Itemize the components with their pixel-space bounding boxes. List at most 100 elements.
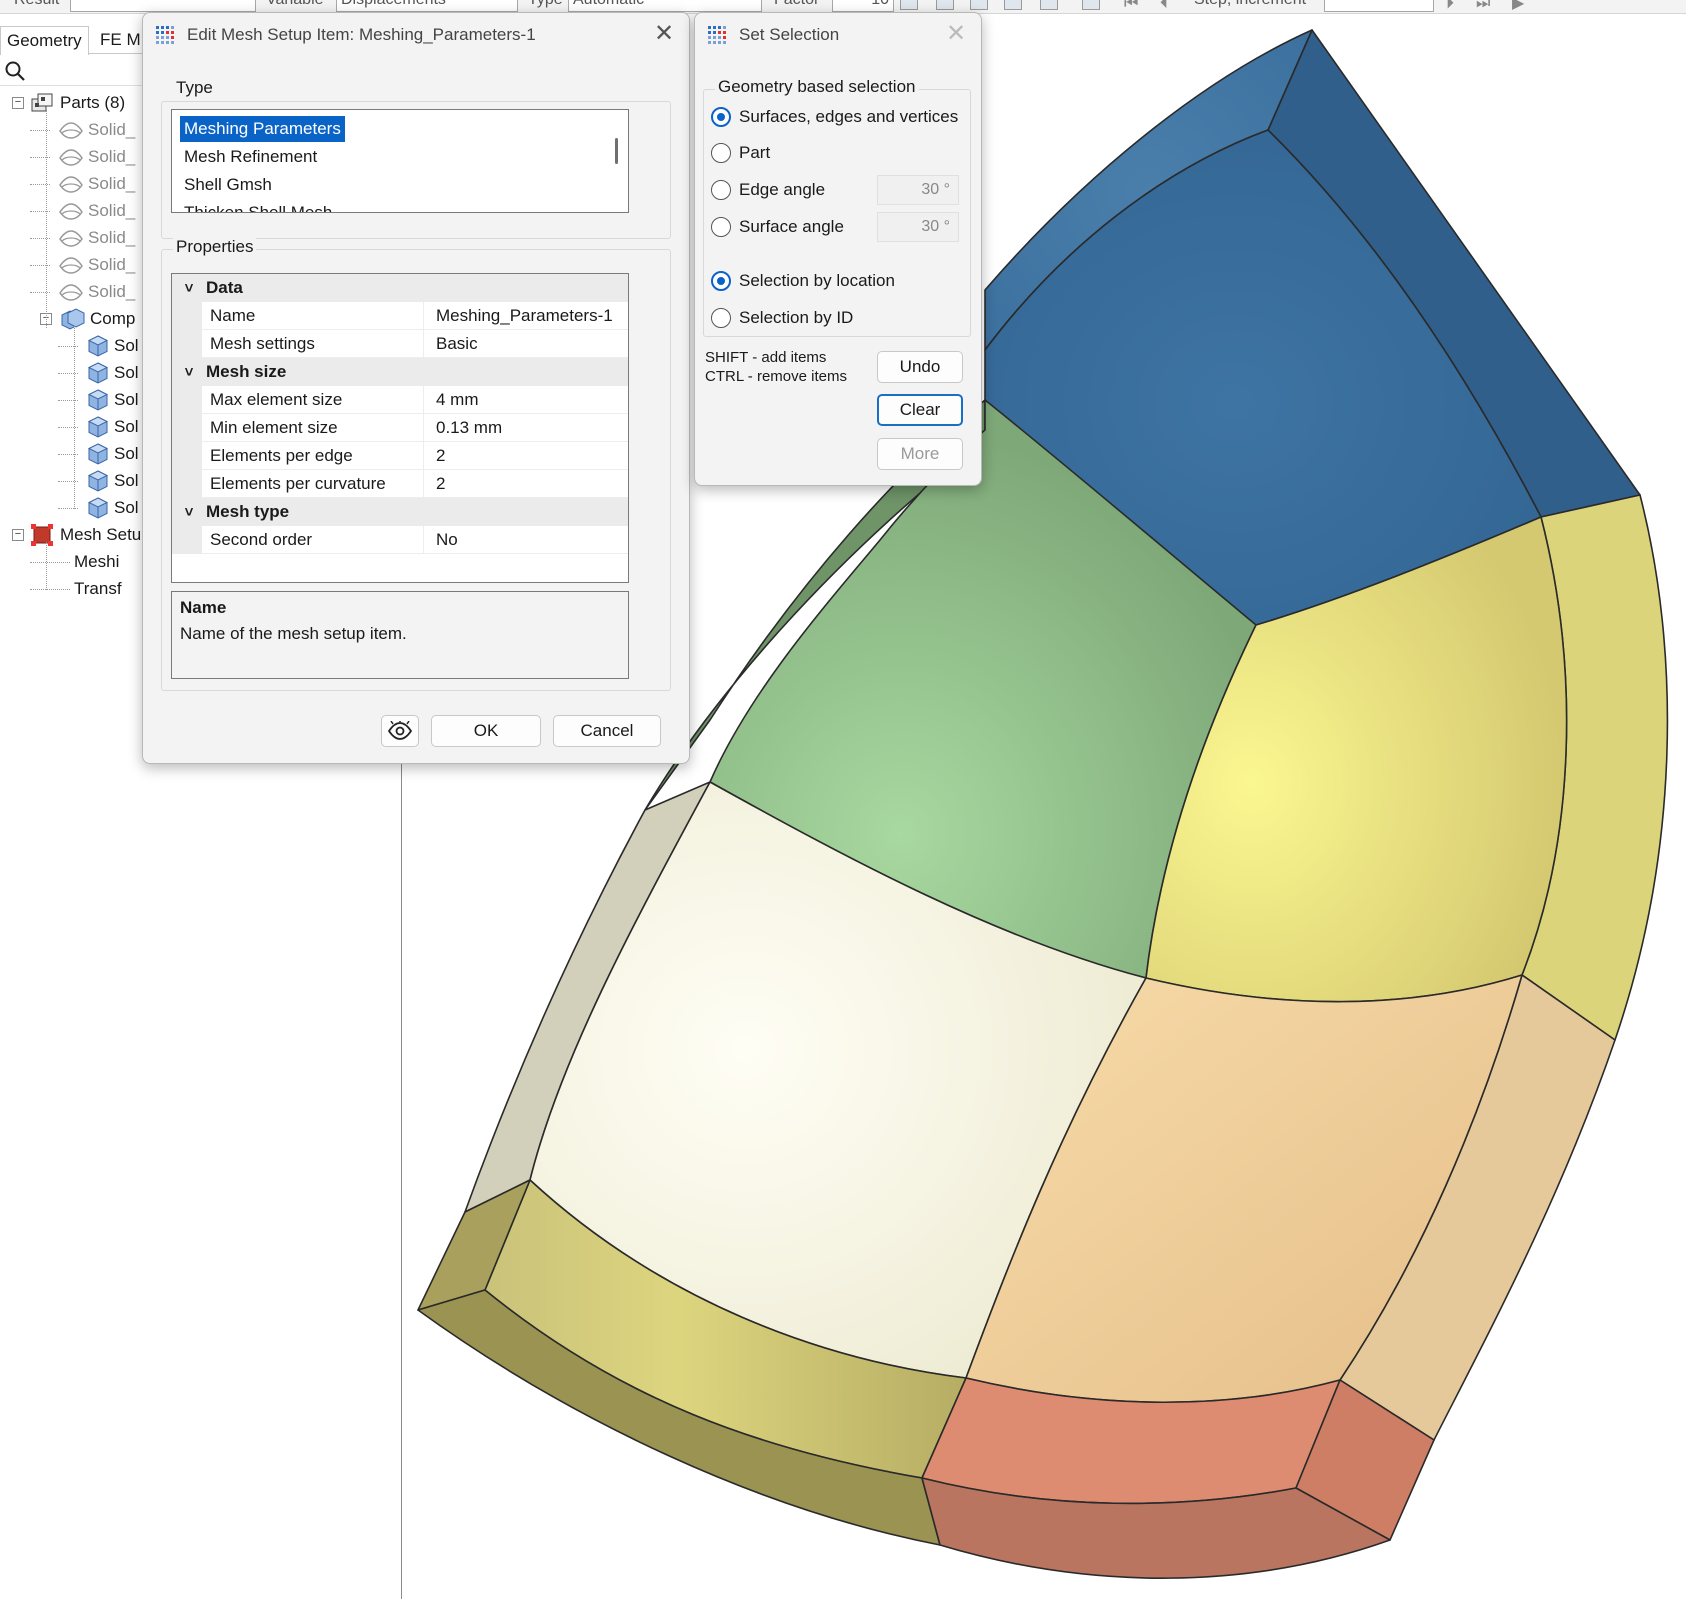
radio-button[interactable] bbox=[711, 180, 731, 200]
radio-selection-by-location[interactable]: Selection by location bbox=[711, 267, 895, 295]
property-row-name[interactable]: Name Meshing_Parameters-1 bbox=[172, 302, 628, 330]
tree-item-compound-solid[interactable]: Sol bbox=[86, 468, 139, 494]
last-step-icon[interactable]: ⏭ bbox=[1476, 0, 1490, 12]
preview-button[interactable] bbox=[381, 715, 419, 747]
type-combo[interactable]: Automatic bbox=[568, 0, 762, 12]
first-step-icon[interactable]: ⏮ bbox=[1124, 0, 1138, 12]
step-combo[interactable] bbox=[1324, 0, 1434, 12]
layout-icon[interactable] bbox=[1004, 0, 1022, 10]
tree-item-solid[interactable]: Solid_ bbox=[58, 252, 135, 278]
chevron-down-icon[interactable]: ˅ bbox=[172, 280, 206, 297]
ok-button[interactable]: OK bbox=[431, 715, 541, 747]
category-label: Mesh size bbox=[206, 362, 287, 381]
collapse-icon[interactable]: − bbox=[12, 97, 24, 109]
clear-button[interactable]: Clear bbox=[877, 394, 963, 426]
solid-cube-icon bbox=[87, 335, 109, 357]
close-icon[interactable]: ✕ bbox=[943, 21, 969, 47]
type-list-scrollbar[interactable] bbox=[615, 138, 618, 164]
layout-icon[interactable] bbox=[900, 0, 918, 10]
radio-button[interactable] bbox=[711, 143, 731, 163]
property-value[interactable]: 4 mm bbox=[436, 386, 479, 414]
undo-button[interactable]: Undo bbox=[877, 351, 963, 383]
factor-field[interactable]: 10 bbox=[832, 0, 894, 12]
tab-fe-model[interactable]: FE M bbox=[94, 26, 147, 54]
surface-angle-field[interactable]: 30 ° bbox=[877, 212, 959, 242]
chevron-down-icon[interactable]: ˅ bbox=[172, 364, 206, 381]
radio-label: Surfaces, edges and vertices bbox=[739, 107, 959, 126]
tree-item-solid[interactable]: Solid_ bbox=[58, 171, 135, 197]
radio-selection-by-id[interactable]: Selection by ID bbox=[711, 304, 853, 332]
tree-item-meshing[interactable]: Meshi bbox=[58, 549, 119, 575]
edge-angle-field[interactable]: 30 ° bbox=[877, 175, 959, 205]
more-button[interactable]: More bbox=[877, 438, 963, 470]
dialog-titlebar[interactable]: Edit Mesh Setup Item: Meshing_Parameters… bbox=[143, 13, 689, 57]
type-item-shell-gmsh[interactable]: Shell Gmsh bbox=[180, 172, 276, 198]
tree-item-transform[interactable]: Transf bbox=[58, 576, 122, 602]
close-icon[interactable]: ✕ bbox=[651, 21, 677, 47]
property-row-max-element-size[interactable]: Max element size 4 mm bbox=[172, 386, 628, 414]
tree-item-parts[interactable]: Parts (8) bbox=[30, 90, 125, 116]
next-step-icon[interactable]: ⏵ bbox=[1446, 0, 1454, 12]
property-row-mesh-settings[interactable]: Mesh settings Basic bbox=[172, 330, 628, 358]
property-value[interactable]: 2 bbox=[436, 442, 445, 470]
category-mesh-size[interactable]: ˅ Mesh size bbox=[172, 358, 628, 386]
tree-item-solid[interactable]: Solid_ bbox=[58, 144, 135, 170]
type-item-thicken-shell-mesh[interactable]: Thicken Shell Mesh bbox=[180, 200, 336, 212]
radio-button[interactable] bbox=[711, 217, 731, 237]
app-icon bbox=[156, 26, 174, 44]
collapse-icon[interactable]: − bbox=[12, 529, 24, 541]
tab-geometry[interactable]: Geometry bbox=[0, 26, 89, 55]
type-list[interactable]: Meshing Parameters Mesh Refinement Shell… bbox=[171, 109, 629, 213]
property-value[interactable]: Meshing_Parameters-1 bbox=[436, 302, 613, 330]
radio-button[interactable] bbox=[711, 271, 731, 291]
layout-icon[interactable] bbox=[1082, 0, 1100, 10]
property-row-elements-per-curvature[interactable]: Elements per curvature 2 bbox=[172, 470, 628, 498]
chevron-down-icon[interactable]: ˅ bbox=[172, 504, 206, 521]
property-value[interactable]: 0.13 mm bbox=[436, 414, 502, 442]
tree-item-solid[interactable]: Solid_ bbox=[58, 279, 135, 305]
variable-label: Variable bbox=[266, 0, 324, 9]
variable-combo[interactable]: Displacements bbox=[336, 0, 518, 12]
type-item-mesh-refinement[interactable]: Mesh Refinement bbox=[180, 144, 321, 170]
layout-icon[interactable] bbox=[936, 0, 954, 10]
tree-item-solid[interactable]: Solid_ bbox=[58, 198, 135, 224]
category-data[interactable]: ˅ Data bbox=[172, 274, 628, 302]
property-label: Elements per curvature bbox=[210, 470, 424, 498]
tree-item-compound-solid[interactable]: Sol bbox=[86, 414, 139, 440]
result-combo[interactable] bbox=[70, 0, 256, 12]
layout-icon[interactable] bbox=[1040, 0, 1058, 10]
tree-connector bbox=[58, 373, 78, 374]
radio-edge-angle[interactable]: Edge angle bbox=[711, 176, 825, 204]
property-row-elements-per-edge[interactable]: Elements per edge 2 bbox=[172, 442, 628, 470]
radio-button[interactable] bbox=[711, 308, 731, 328]
type-item-meshing-parameters[interactable]: Meshing Parameters bbox=[180, 116, 345, 142]
tree-item-solid[interactable]: Solid_ bbox=[58, 117, 135, 143]
tree-item-compound-solid[interactable]: Sol bbox=[86, 441, 139, 467]
property-row-min-element-size[interactable]: Min element size 0.13 mm bbox=[172, 414, 628, 442]
tree-item-compound-solid[interactable]: Sol bbox=[86, 360, 139, 386]
tree-connector bbox=[30, 157, 50, 158]
radio-surface-angle[interactable]: Surface angle bbox=[711, 213, 844, 241]
play-icon[interactable]: ▶ bbox=[1512, 0, 1524, 12]
hidden-eye-icon bbox=[59, 122, 83, 139]
tree-item-compound-solid[interactable]: Sol bbox=[86, 387, 139, 413]
property-value[interactable]: Basic bbox=[436, 330, 478, 358]
property-label: Min element size bbox=[210, 414, 424, 442]
property-row-second-order[interactable]: Second order No bbox=[172, 526, 628, 554]
cancel-button[interactable]: Cancel bbox=[553, 715, 661, 747]
property-value[interactable]: 2 bbox=[436, 470, 445, 498]
property-value[interactable]: No bbox=[436, 526, 458, 554]
tree-item-compound[interactable]: Comp bbox=[58, 306, 135, 332]
tree-item-solid[interactable]: Solid_ bbox=[58, 225, 135, 251]
radio-part[interactable]: Part bbox=[711, 139, 770, 167]
tree-item-compound-solid[interactable]: Sol bbox=[86, 495, 139, 521]
dialog-titlebar[interactable]: Set Selection bbox=[695, 13, 981, 57]
radio-button[interactable] bbox=[711, 107, 731, 127]
radio-surfaces-edges-vertices[interactable]: Surfaces, edges and vertices bbox=[711, 103, 958, 131]
compound-icon bbox=[61, 308, 85, 330]
tree-item-compound-solid[interactable]: Sol bbox=[86, 333, 139, 359]
layout-icon[interactable] bbox=[970, 0, 988, 10]
category-mesh-type[interactable]: ˅ Mesh type bbox=[172, 498, 628, 526]
prev-step-icon[interactable]: ⏴ bbox=[1160, 0, 1168, 12]
mesh-setup-icon bbox=[31, 524, 53, 546]
